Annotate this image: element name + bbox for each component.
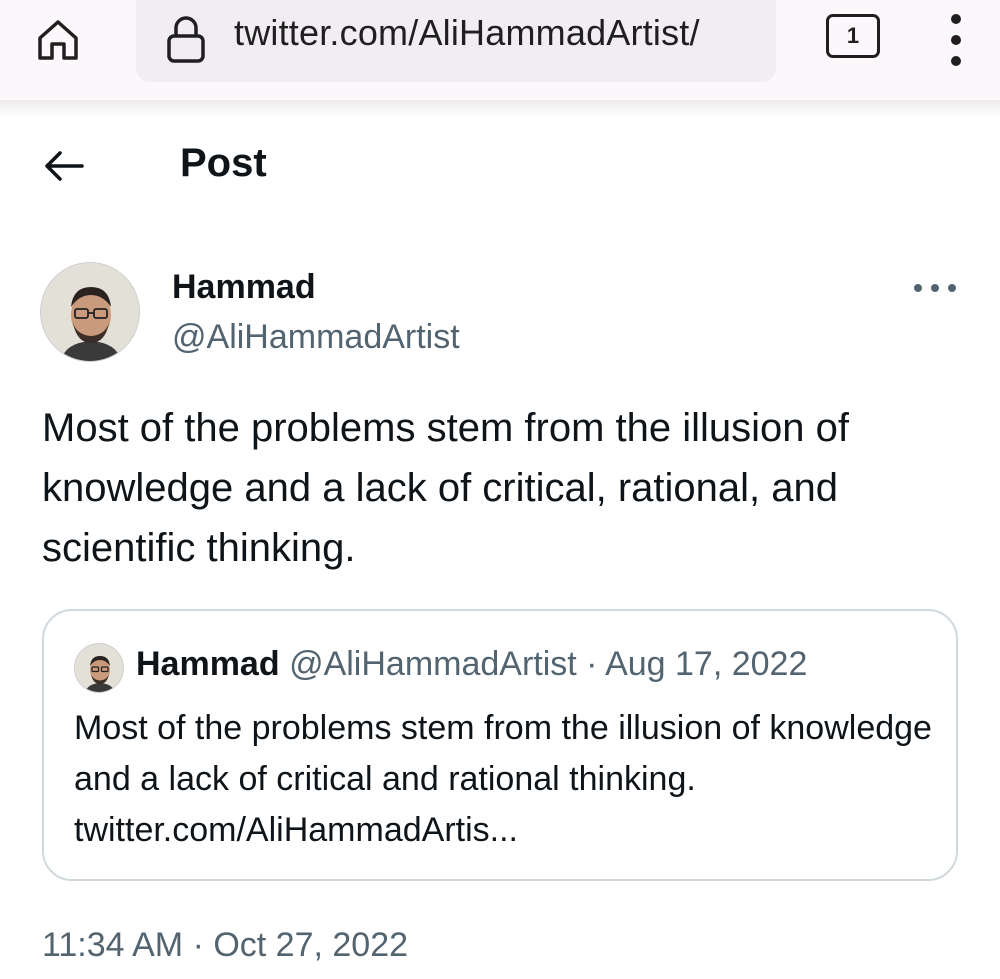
browser-toolbar: twitter.com/AliHammadArtist/ 1 <box>0 0 1000 100</box>
quoted-avatar <box>74 643 124 693</box>
quoted-author-name: Hammad <box>136 645 280 683</box>
author-handle[interactable]: @AliHammadArtist <box>172 318 460 357</box>
more-horizontal-icon <box>914 284 922 292</box>
quoted-tweet-meta: @AliHammadArtist · Aug 17, 2022 <box>289 645 808 683</box>
tweet-text: Most of the problems stem from the illus… <box>42 406 849 570</box>
more-vert-icon <box>951 14 961 24</box>
lock-icon <box>167 16 205 63</box>
profile-photo-icon <box>75 644 123 692</box>
browser-menu-button[interactable] <box>936 10 976 70</box>
quoted-tweet-text: Most of the problems stem from the illus… <box>74 709 932 849</box>
profile-photo-icon <box>41 263 139 361</box>
avatar[interactable] <box>40 262 140 362</box>
more-options-button[interactable] <box>914 276 956 300</box>
quoted-tweet-header: Hammad @AliHammadArtist · Aug 17, 2022 <box>136 645 807 684</box>
quoted-tweet-card[interactable]: Hammad @AliHammadArtist · Aug 17, 2022 M… <box>42 609 958 881</box>
tweet-timestamp[interactable]: 11:34 AM · Oct 27, 2022 <box>42 926 408 965</box>
tab-switcher-button[interactable]: 1 <box>826 14 880 58</box>
home-icon <box>38 20 78 60</box>
page-title: Post <box>180 141 267 185</box>
back-button[interactable] <box>40 142 88 190</box>
author-name[interactable]: Hammad <box>172 268 316 307</box>
url-text: twitter.com/AliHammadArtist/ <box>234 12 700 53</box>
home-button[interactable] <box>30 12 86 68</box>
address-bar[interactable]: twitter.com/AliHammadArtist/ <box>136 0 776 82</box>
arrow-left-icon <box>45 151 84 181</box>
